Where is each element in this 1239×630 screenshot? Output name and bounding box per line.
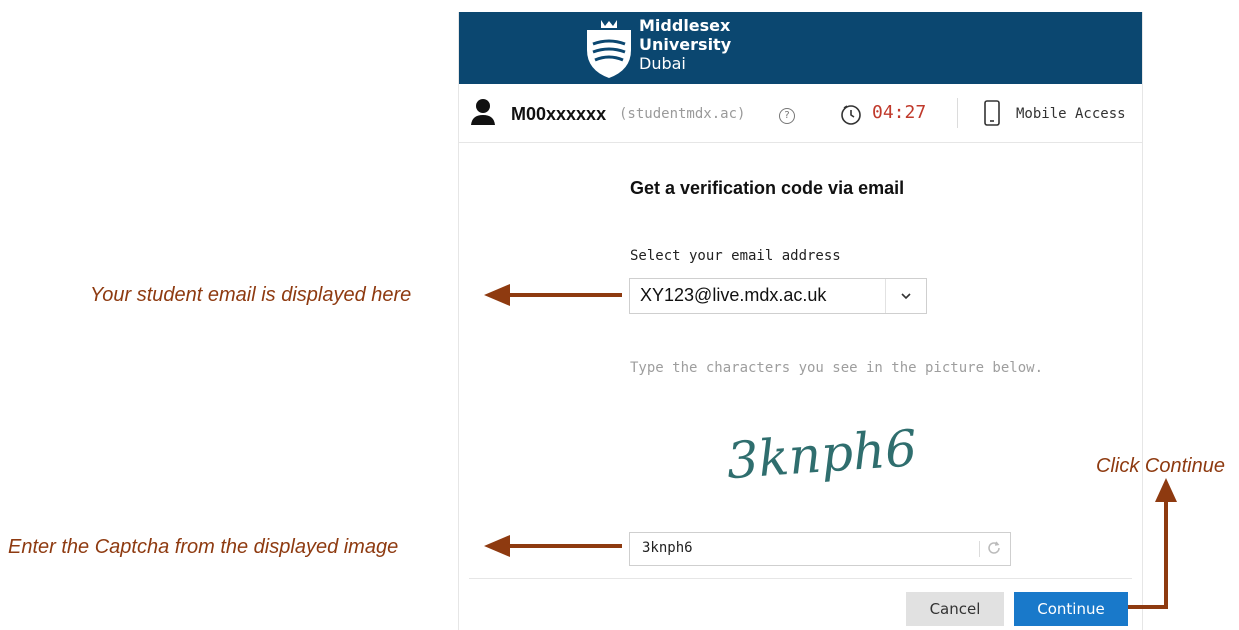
page-title: Get a verification code via email: [630, 178, 905, 198]
logo-line-2: University: [639, 35, 732, 54]
mobile-access-link[interactable]: Mobile Access: [1016, 106, 1126, 122]
logo-line-3: Dubai: [639, 54, 686, 73]
university-shield-icon: [587, 20, 631, 78]
user-icon: [471, 99, 495, 125]
logo-line-1: Middlesex: [639, 16, 731, 35]
captcha-input[interactable]: 3knph6: [629, 532, 1011, 566]
email-select-label: Select your email address: [630, 248, 841, 264]
verification-panel: Middlesex University Dubai M00xxxxxx (st…: [458, 12, 1143, 630]
user-domain: (studentmdx.ac): [619, 106, 746, 122]
footer-divider: [469, 578, 1132, 579]
email-select[interactable]: XY123@live.mdx.ac.uk: [629, 278, 927, 314]
separator: [957, 98, 958, 128]
cancel-button[interactable]: Cancel: [906, 592, 1004, 626]
captcha-annotation: Enter the Captcha from the displayed ima…: [8, 536, 399, 558]
captcha-input-value: 3knph6: [642, 540, 693, 556]
continue-button[interactable]: Continue: [1014, 592, 1128, 626]
user-bar: M00xxxxxx (studentmdx.ac) ? 04:27 Mobile…: [459, 84, 1142, 143]
university-name: Middlesex University Dubai: [639, 16, 731, 73]
university-header: Middlesex University Dubai: [459, 12, 1142, 84]
continue-annotation: Click Continue: [1096, 455, 1225, 477]
input-divider: [979, 541, 980, 557]
chevron-down-icon: [901, 293, 911, 300]
email-selected-value: XY123@live.mdx.ac.uk: [640, 285, 827, 305]
email-annotation: Your student email is displayed here: [90, 284, 412, 306]
captcha-image-text: 3knph6: [725, 419, 919, 490]
captcha-image: 3knph6: [725, 419, 919, 490]
captcha-hint: Type the characters you see in the pictu…: [630, 360, 1044, 376]
mobile-phone-icon[interactable]: [984, 100, 1000, 126]
dropdown-toggle[interactable]: [885, 279, 926, 313]
help-circle-icon[interactable]: ?: [779, 108, 795, 124]
user-id: M00xxxxxx: [511, 104, 607, 124]
session-timer: 04:27: [872, 102, 927, 123]
refresh-icon[interactable]: [986, 540, 1002, 556]
timer-icon: [841, 105, 861, 125]
